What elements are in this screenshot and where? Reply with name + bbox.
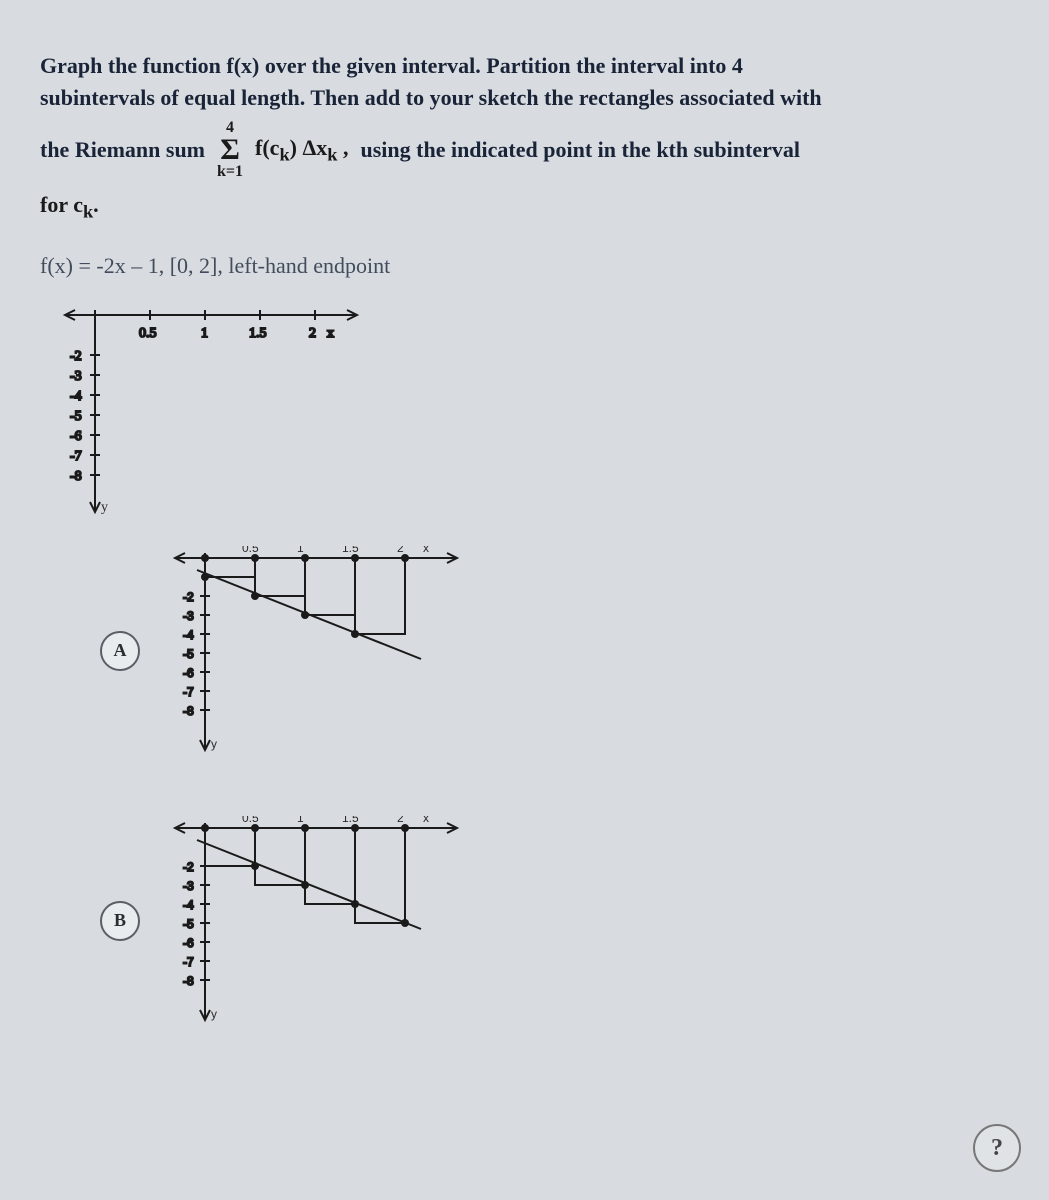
svg-text:1.5: 1.5 [342,546,359,555]
svg-text:-8: -8 [183,974,194,988]
svg-text:-4: -4 [183,628,194,642]
question-line1: Graph the function f(x) over the given i… [40,50,1009,82]
question-graph: 0.5 1 1.5 2x -2 -3 -4 -5 -6 -7 -8 y [40,303,360,518]
svg-text:0.5: 0.5 [242,816,259,825]
riemann-sum-row: the Riemann sum 4 Σ k=1 f(ck) Δxk , usin… [40,120,1009,181]
option-a-badge[interactable]: A [100,631,140,671]
x-tick-1: 1 [201,326,208,341]
sum-tail: using the indicated point in the kth sub… [360,134,799,166]
y-axis-label: y [101,500,108,515]
y-tick-1: -3 [70,369,82,384]
svg-text:-6: -6 [183,936,194,950]
answer-option-b[interactable]: B 0.5 1 1.5 2 x -2 -3 -4 -5 -6 -7 -8 [100,816,1009,1026]
question-page: Graph the function f(x) over the given i… [0,0,1049,1200]
question-line2: subintervals of equal length. Then add t… [40,82,1009,114]
option-b-graph: 0.5 1 1.5 2 x -2 -3 -4 -5 -6 -7 -8 y [160,816,460,1026]
svg-text:-2: -2 [183,590,194,604]
help-button[interactable]: ? [973,1124,1021,1172]
svg-text:x: x [423,546,429,555]
x-axis-label: x [327,326,334,341]
x-tick-2: 1.5 [249,326,267,341]
help-icon: ? [991,1135,1003,1162]
svg-text:2: 2 [397,546,404,555]
sum-lower: k=1 [217,164,243,180]
svg-text:y: y [211,737,217,751]
svg-text:1: 1 [297,546,304,555]
sum-lead: the Riemann sum [40,134,205,166]
for-row: for ck. [40,192,1009,222]
svg-text:-8: -8 [183,704,194,718]
svg-text:1: 1 [297,816,304,825]
option-a-graph: 0.5 1 1.5 2 x -2 -3 -4 -5 -6 -7 -8 y [160,546,460,756]
svg-text:y: y [211,1007,217,1021]
svg-text:-5: -5 [183,917,194,931]
svg-text:-3: -3 [183,879,194,893]
answer-option-a[interactable]: A 0.5 1 1.5 2 x -2 -3 -4 -5 -6 -7 -8 [100,546,1009,756]
svg-text:-7: -7 [183,955,194,969]
y-tick-5: -7 [70,449,82,464]
svg-text:x: x [423,816,429,825]
svg-text:-2: -2 [183,860,194,874]
y-tick-3: -5 [70,409,82,424]
y-tick-6: -8 [70,469,82,484]
svg-text:-6: -6 [183,666,194,680]
option-b-badge[interactable]: B [100,901,140,941]
function-definition: f(x) = -2x – 1, [0, 2], left-hand endpoi… [40,253,1009,279]
svg-text:0.5: 0.5 [242,546,259,555]
svg-text:-3: -3 [183,609,194,623]
y-tick-2: -4 [70,389,82,404]
svg-text:2: 2 [397,816,404,825]
svg-text:-7: -7 [183,685,194,699]
sigma-icon: Σ [220,136,240,165]
y-tick-0: -2 [70,349,82,364]
y-tick-4: -6 [70,429,82,444]
sum-body: f(ck) Δxk , [255,135,348,165]
x-tick-3: 2 [309,326,316,341]
svg-text:-4: -4 [183,898,194,912]
svg-text:1.5: 1.5 [342,816,359,825]
x-tick-0: 0.5 [139,326,157,341]
svg-text:-5: -5 [183,647,194,661]
summation-expression: 4 Σ k=1 [217,120,243,181]
